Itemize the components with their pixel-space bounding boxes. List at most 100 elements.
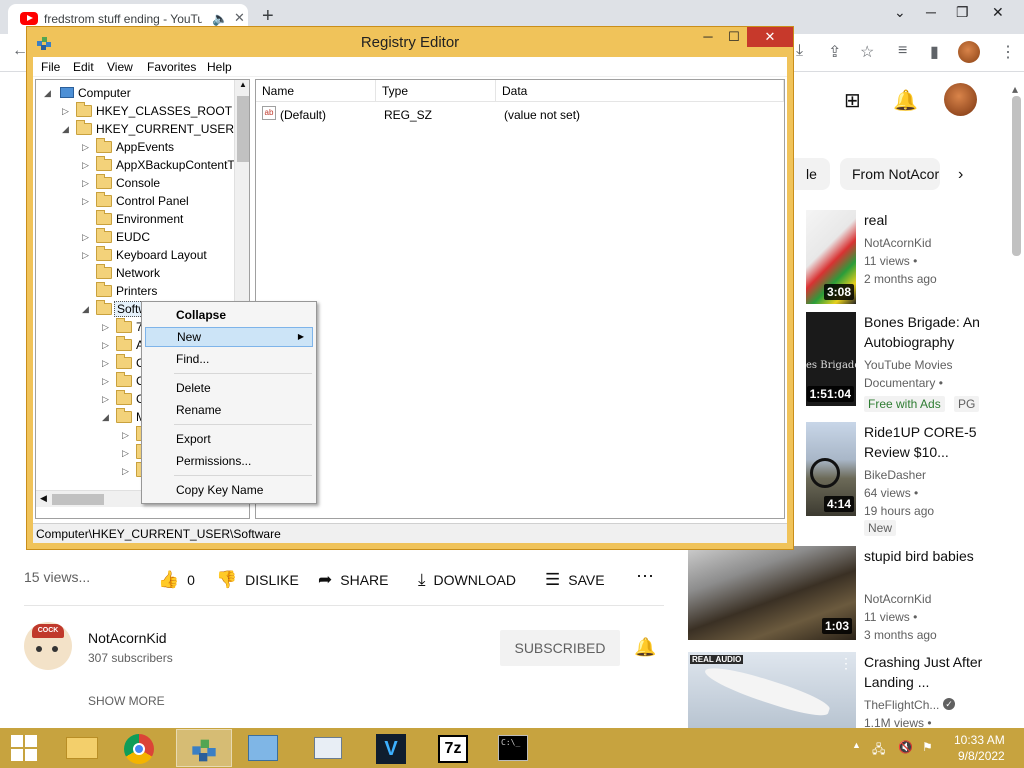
- expand-arrow-icon[interactable]: ▷: [82, 228, 89, 246]
- save-button[interactable]: ☰ SAVE: [545, 570, 605, 590]
- channel-name[interactable]: NotAcornKid: [88, 630, 167, 646]
- side-panel-icon[interactable]: ▮: [930, 42, 939, 62]
- collapse-arrow-icon[interactable]: ◢: [44, 84, 51, 102]
- restore-button[interactable]: ❐: [956, 4, 969, 21]
- tray-expand-icon[interactable]: ▲: [852, 740, 861, 750]
- network-icon[interactable]: 🖧: [872, 740, 885, 761]
- menu-view[interactable]: View: [107, 60, 133, 74]
- expand-arrow-icon[interactable]: ▷: [62, 102, 69, 120]
- notification-bell-icon[interactable]: 🔔: [634, 637, 656, 658]
- action-center-icon[interactable]: ⚑: [922, 740, 933, 754]
- volume-muted-icon[interactable]: 🔇: [898, 740, 913, 754]
- media-controls-icon[interactable]: ≡: [898, 42, 907, 60]
- collapse-arrow-icon[interactable]: ◢: [82, 300, 89, 318]
- recommendation-item[interactable]: stupid bird babies NotAcornKid 11 views …: [806, 546, 1006, 642]
- close-button[interactable]: ✕: [992, 4, 1004, 21]
- collapse-arrow-icon[interactable]: ◢: [102, 408, 109, 426]
- menu-item-new[interactable]: New ▶: [145, 327, 313, 347]
- minimize-button[interactable]: ─: [926, 4, 936, 20]
- new-tab-button[interactable]: +: [262, 5, 274, 28]
- expand-arrow-icon[interactable]: ▷: [122, 444, 129, 462]
- like-button[interactable]: 👍 0: [158, 570, 195, 590]
- taskbar-control-panel[interactable]: [236, 729, 292, 767]
- recommendation-item[interactable]: es Brigade 1:51:04 Bones Brigade: An Aut…: [806, 312, 1006, 412]
- expand-arrow-icon[interactable]: ▷: [82, 174, 89, 192]
- video-views[interactable]: 15 views...: [24, 569, 90, 585]
- bookmark-star-icon[interactable]: ☆: [860, 42, 874, 62]
- video-title[interactable]: Ride1UP CORE-5 Review $10...: [864, 422, 994, 462]
- start-button[interactable]: [0, 729, 48, 767]
- taskbar-veracrypt[interactable]: V: [364, 729, 420, 767]
- chevron-right-icon[interactable]: ›: [958, 166, 963, 184]
- scrollbar-thumb[interactable]: [52, 494, 104, 505]
- menu-item-collapse[interactable]: Collapse: [145, 305, 313, 325]
- clock-date[interactable]: 9/8/2022: [958, 749, 1005, 763]
- download-button[interactable]: ⤓ DOWNLOAD: [418, 570, 516, 590]
- menu-help[interactable]: Help: [207, 60, 232, 74]
- menu-item-rename[interactable]: Rename: [145, 400, 313, 420]
- channel-name[interactable]: NotAcornKid: [864, 234, 931, 252]
- taskbar-7zip[interactable]: 7z: [426, 729, 482, 767]
- scrollbar-thumb[interactable]: [237, 96, 249, 162]
- account-avatar[interactable]: [944, 83, 977, 116]
- share-button[interactable]: ➦ SHARE: [318, 570, 388, 590]
- more-options-icon[interactable]: ⋮: [839, 655, 853, 672]
- video-title[interactable]: Bones Brigade: An Autobiography: [864, 312, 994, 352]
- menu-edit[interactable]: Edit: [73, 60, 94, 74]
- clock-time[interactable]: 10:33 AM: [954, 733, 1005, 747]
- channel-name[interactable]: TheFlightCh...: [864, 696, 939, 714]
- show-more-button[interactable]: SHOW MORE: [88, 694, 165, 708]
- column-header-type[interactable]: Type: [376, 80, 496, 102]
- expand-arrow-icon[interactable]: ▷: [122, 462, 129, 480]
- chip-from-channel[interactable]: From NotAcornKid: [840, 158, 940, 190]
- collapse-arrow-icon[interactable]: ◢: [62, 120, 69, 138]
- menu-item-delete[interactable]: Delete: [145, 378, 313, 398]
- video-title[interactable]: stupid bird babies: [864, 546, 994, 566]
- expand-arrow-icon[interactable]: ▷: [82, 156, 89, 174]
- column-header-data[interactable]: Data: [496, 80, 784, 102]
- expand-arrow-icon[interactable]: ▷: [82, 192, 89, 210]
- page-scrollbar-thumb[interactable]: [1012, 96, 1021, 256]
- recommendation-item[interactable]: 4:14 Ride1UP CORE-5 Review $10... BikeDa…: [806, 422, 1006, 536]
- taskbar-performance-monitor[interactable]: [300, 729, 356, 767]
- video-thumbnail[interactable]: 4:14: [806, 422, 856, 516]
- video-thumbnail[interactable]: 3:08: [806, 210, 856, 304]
- dislike-button[interactable]: 👎 DISLIKE: [216, 570, 299, 590]
- maximize-button[interactable]: ☐: [721, 27, 747, 47]
- menu-item-permissions[interactable]: Permissions...: [145, 451, 313, 471]
- channel-name[interactable]: YouTube Movies: [864, 356, 953, 374]
- menu-file[interactable]: File: [41, 60, 60, 74]
- scroll-up-icon[interactable]: ▲: [239, 80, 247, 89]
- tab-search-icon[interactable]: ⌄: [894, 4, 906, 21]
- more-actions-button[interactable]: ⋯: [636, 566, 654, 587]
- expand-arrow-icon[interactable]: ▷: [102, 318, 109, 336]
- menu-item-find[interactable]: Find...: [145, 349, 313, 369]
- video-title[interactable]: real: [864, 210, 994, 230]
- channel-avatar[interactable]: COCK: [24, 622, 72, 670]
- taskbar-chrome[interactable]: [112, 729, 168, 767]
- expand-arrow-icon[interactable]: ▷: [82, 138, 89, 156]
- scrollbar-up-icon[interactable]: ▴: [1012, 82, 1018, 96]
- video-title[interactable]: Crashing Just After Landing ...: [864, 652, 994, 692]
- menu-item-export[interactable]: Export: [145, 429, 313, 449]
- window-titlebar[interactable]: Registry Editor ─ ☐ ✕: [27, 27, 793, 57]
- values-list[interactable]: Name Type Data ab (Default) REG_SZ (valu…: [255, 79, 785, 519]
- expand-arrow-icon[interactable]: ▷: [102, 372, 109, 390]
- profile-avatar[interactable]: [958, 41, 980, 63]
- taskbar-registry-editor[interactable]: [176, 729, 232, 767]
- expand-arrow-icon[interactable]: ▷: [102, 354, 109, 372]
- column-header-name[interactable]: Name: [256, 80, 376, 102]
- channel-name[interactable]: NotAcornKid: [864, 590, 931, 608]
- tab-close-icon[interactable]: ✕: [234, 10, 245, 26]
- share-icon[interactable]: ⇪: [828, 42, 841, 62]
- channel-name[interactable]: BikeDasher: [864, 466, 926, 484]
- subscribed-button[interactable]: SUBSCRIBED: [500, 630, 620, 666]
- chrome-menu-icon[interactable]: ⋮: [1000, 42, 1016, 62]
- expand-arrow-icon[interactable]: ▷: [82, 246, 89, 264]
- expand-arrow-icon[interactable]: ▷: [102, 390, 109, 408]
- taskbar-command-prompt[interactable]: C:\_: [486, 729, 542, 767]
- video-thumbnail[interactable]: es Brigade 1:51:04: [806, 312, 856, 406]
- menu-item-copy-key-name[interactable]: Copy Key Name: [145, 480, 313, 500]
- recommendation-item[interactable]: Crashing Just After Landing ... TheFligh…: [806, 652, 1006, 730]
- audio-playing-icon[interactable]: 🔈: [212, 11, 228, 27]
